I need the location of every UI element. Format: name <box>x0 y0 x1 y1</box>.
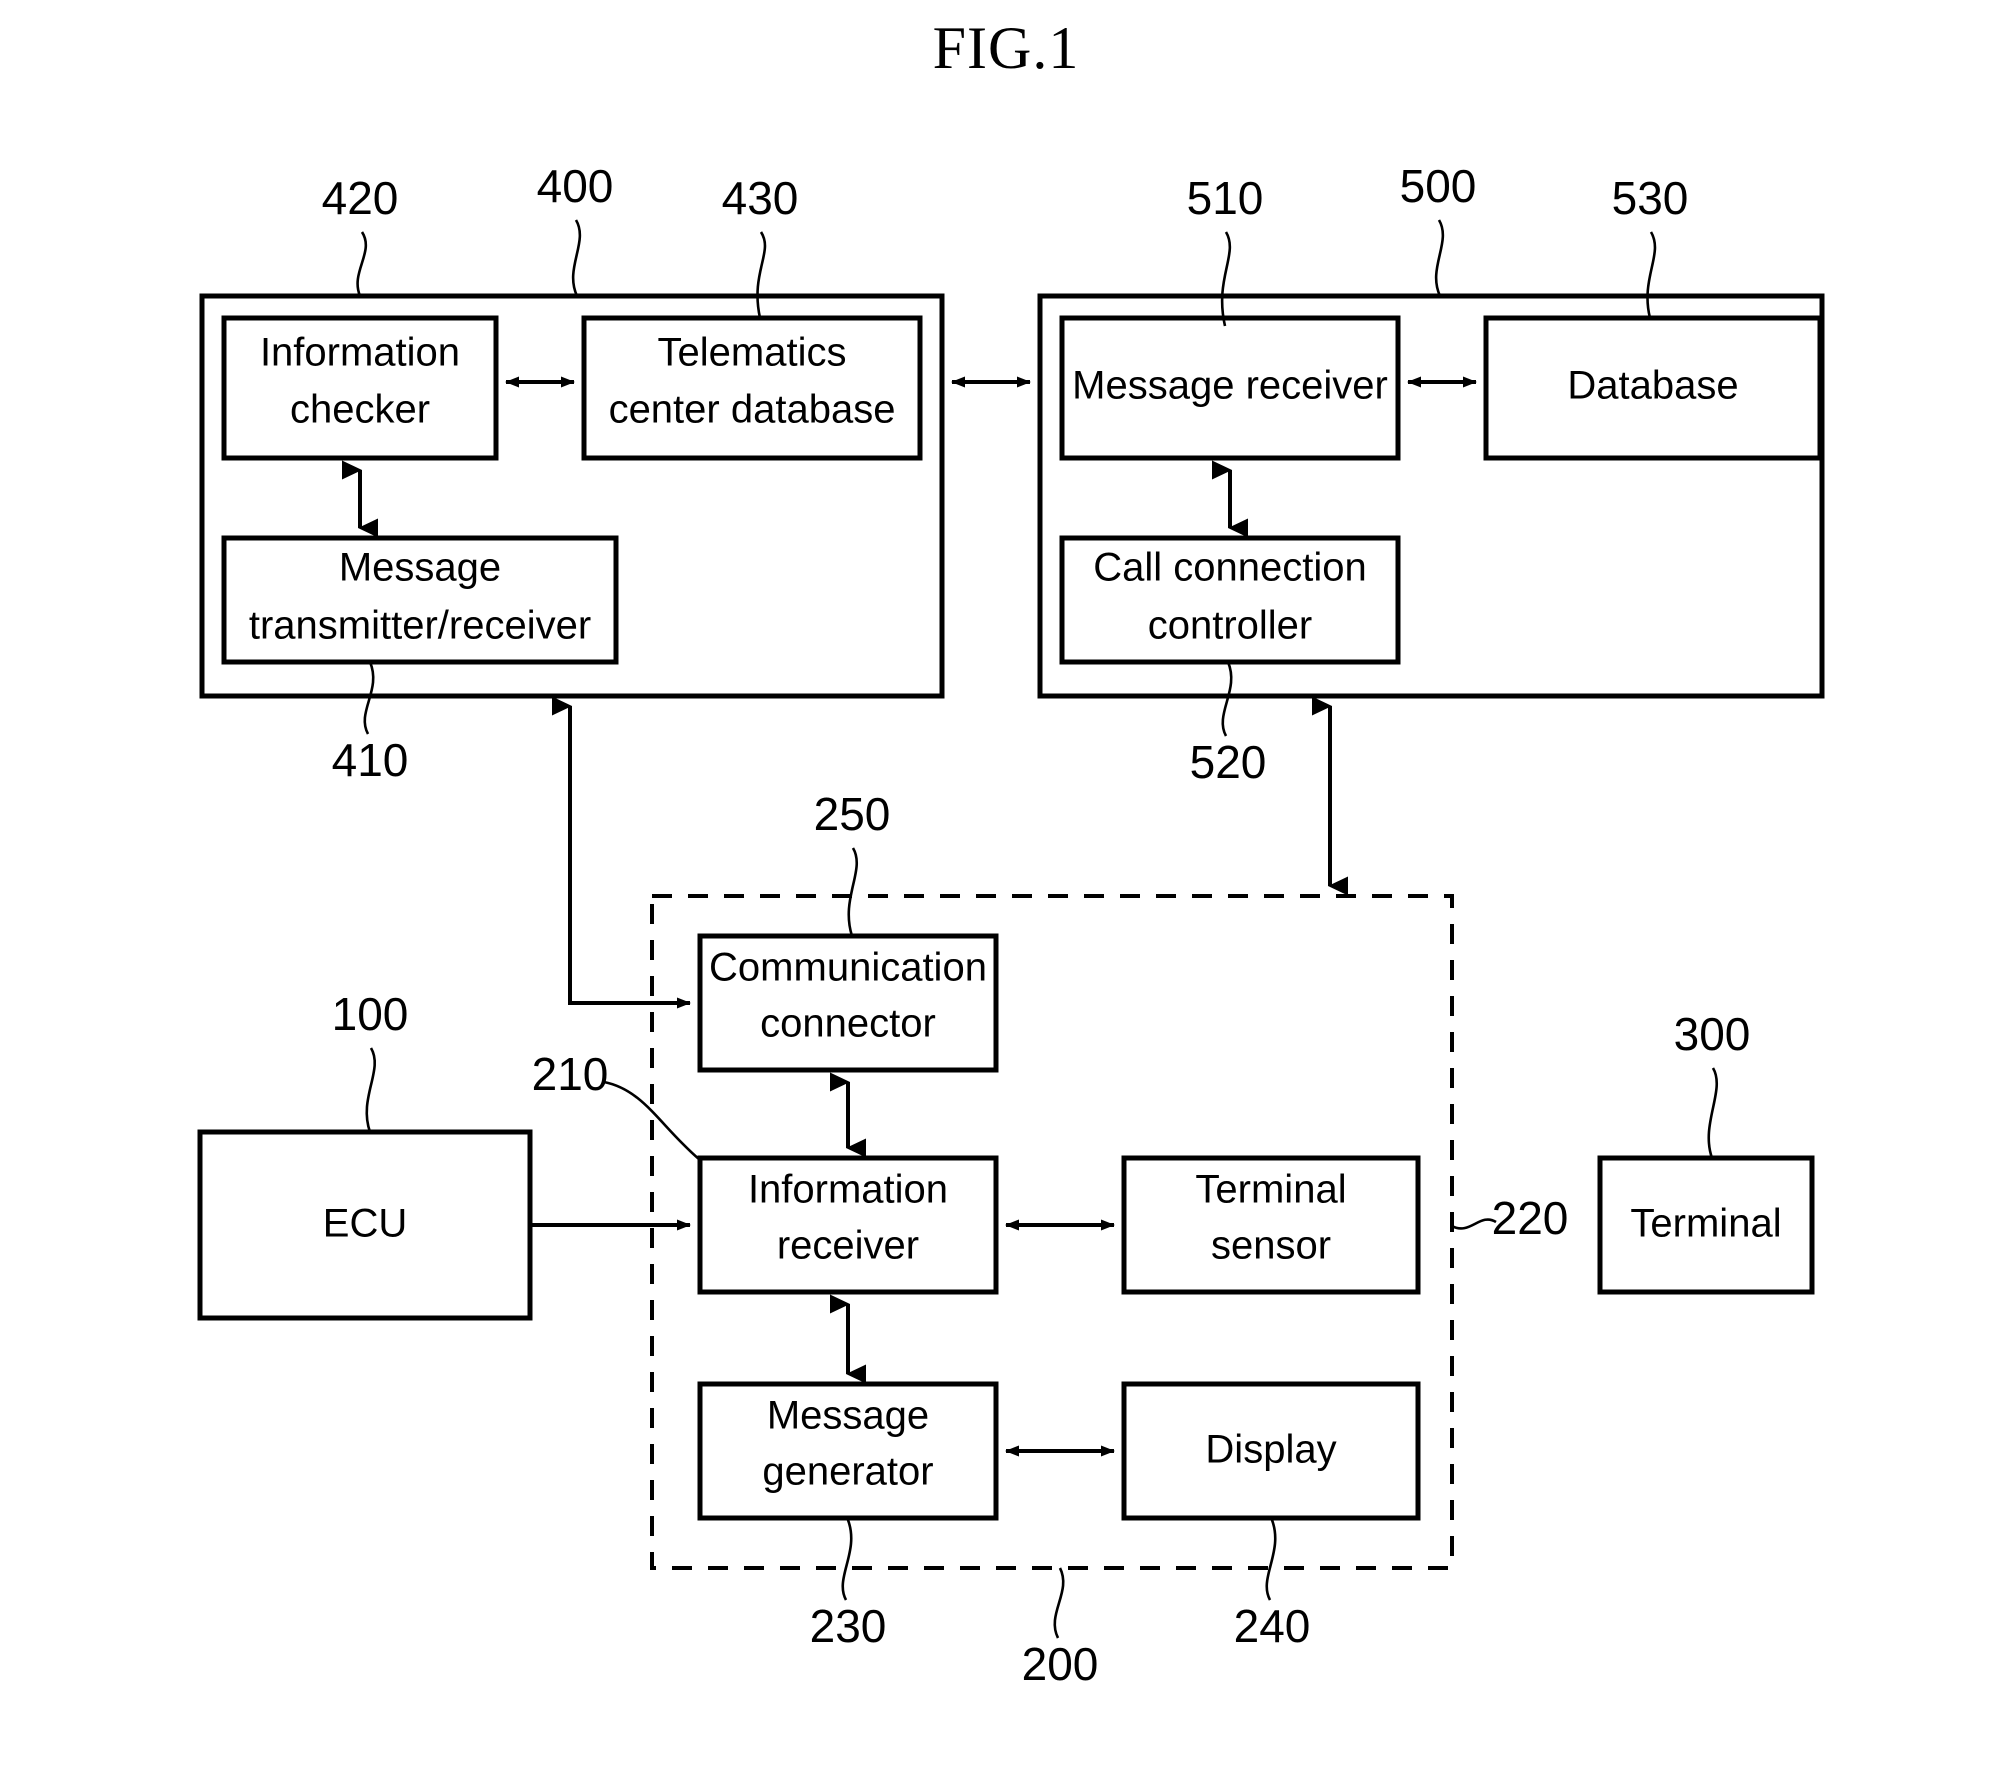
display-label: Display <box>1205 1428 1336 1472</box>
leader-300 <box>1707 1067 1718 1159</box>
leader-520 <box>1221 661 1233 737</box>
database-label: Database <box>1567 364 1738 408</box>
ref-numeral-250: 250 <box>814 788 891 840</box>
ref-numeral-430: 430 <box>722 172 799 224</box>
call-connection-controller-label-line1: Call connection <box>1093 546 1367 590</box>
ref-numeral-420: 420 <box>322 172 399 224</box>
ref-numeral-240: 240 <box>1234 1600 1311 1652</box>
information-checker-box[interactable]: Information checker <box>221 315 499 461</box>
leader-240 <box>1265 1519 1277 1601</box>
terminal-sensor-label-line2: sensor <box>1211 1224 1331 1268</box>
message-generator-label-line1: Message <box>767 1394 929 1438</box>
message-transmitter-receiver-label-line2: transmitter/receiver <box>249 604 591 648</box>
block-diagram: Information checker Telematics center da… <box>197 160 1825 1690</box>
arrow-commconn-to-telematics-center <box>552 696 690 1005</box>
terminal-sensor-box[interactable]: Terminal sensor <box>1121 1155 1421 1295</box>
communication-connector-label-line1: Communication <box>709 946 987 990</box>
leader-100 <box>365 1047 377 1133</box>
leader-500 <box>1434 219 1445 297</box>
information-checker-label-line1: Information <box>260 331 460 375</box>
information-receiver-label-line2: receiver <box>777 1224 919 1268</box>
leader-510 <box>1220 231 1232 327</box>
ref-numeral-530: 530 <box>1612 172 1689 224</box>
communication-connector-label-line2: connector <box>760 1002 936 1046</box>
message-generator-box[interactable]: Message generator <box>697 1381 999 1521</box>
ref-numeral-510: 510 <box>1187 172 1264 224</box>
ref-numeral-400: 400 <box>537 160 614 212</box>
leader-530 <box>1646 231 1657 319</box>
information-checker-label-line2: checker <box>290 388 430 432</box>
information-receiver-box[interactable]: Information receiver <box>697 1155 999 1295</box>
ref-numeral-210: 210 <box>532 1048 609 1100</box>
call-connection-controller-label-line2: controller <box>1148 604 1313 648</box>
message-transmitter-receiver-label-line1: Message <box>339 546 501 590</box>
communication-connector-box[interactable]: Communication connector <box>697 933 999 1073</box>
ecu-label: ECU <box>323 1202 407 1246</box>
leader-420 <box>356 231 368 297</box>
ref-numeral-200: 200 <box>1022 1638 1099 1690</box>
database-box[interactable]: Database <box>1483 315 1823 461</box>
terminal-box[interactable]: Terminal <box>1597 1155 1815 1295</box>
terminal-sensor-label-line1: Terminal <box>1195 1168 1346 1212</box>
ref-numeral-220: 220 <box>1492 1192 1569 1244</box>
leader-220 <box>1451 1218 1497 1230</box>
ref-numeral-410: 410 <box>332 734 409 786</box>
telematics-center-database-label-line2: center database <box>609 388 896 432</box>
ref-numeral-100: 100 <box>332 988 409 1040</box>
message-receiver-label: Message receiver <box>1072 364 1388 408</box>
display-box[interactable]: Display <box>1121 1381 1421 1521</box>
leader-430 <box>756 231 767 319</box>
message-generator-label-line2: generator <box>762 1450 933 1494</box>
leader-230 <box>841 1519 853 1601</box>
ref-numeral-500: 500 <box>1400 160 1477 212</box>
call-connection-controller-box[interactable]: Call connection controller <box>1059 535 1401 665</box>
leader-250 <box>847 847 858 937</box>
message-transmitter-receiver-box[interactable]: Message transmitter/receiver <box>221 535 619 665</box>
ref-numeral-520: 520 <box>1190 736 1267 788</box>
telematics-center-database-box[interactable]: Telematics center database <box>581 315 923 461</box>
information-receiver-label-line1: Information <box>748 1168 948 1212</box>
leader-400 <box>571 219 582 297</box>
leader-200 <box>1053 1567 1065 1639</box>
ref-numeral-230: 230 <box>810 1600 887 1652</box>
ecu-box[interactable]: ECU <box>197 1129 533 1321</box>
terminal-label: Terminal <box>1630 1202 1781 1246</box>
telematics-center-database-label-line1: Telematics <box>658 331 847 375</box>
message-receiver-box[interactable]: Message receiver <box>1059 315 1401 461</box>
ref-numeral-300: 300 <box>1674 1008 1751 1060</box>
